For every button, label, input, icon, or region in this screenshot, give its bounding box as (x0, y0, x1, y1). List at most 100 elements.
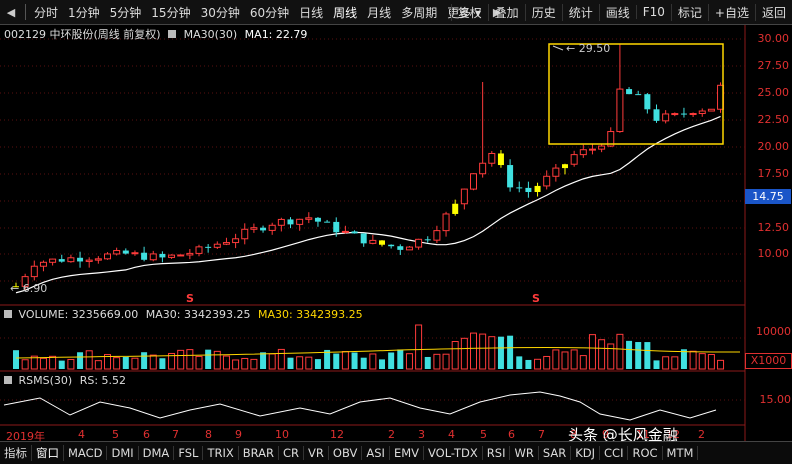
high-marker-line (552, 45, 564, 51)
low-marker: ← 6.90 (10, 282, 47, 295)
rsms-setting-icon[interactable] (4, 376, 12, 384)
volume-bar (379, 359, 385, 369)
indicator-tab[interactable]: ASI (362, 446, 390, 460)
volume-panel-title: VOLUME: 3235669.00 MA30: 3342393.25 MA30… (4, 308, 363, 321)
candle-body (525, 187, 532, 193)
candle-body (379, 240, 385, 245)
volume-bar (588, 334, 596, 370)
candle-body (662, 113, 670, 122)
stock-title: 002129 中环股份(周线 前复权) (4, 28, 161, 41)
indicator-tab[interactable]: 指标 (0, 445, 32, 461)
ma-setting-icon[interactable] (168, 30, 177, 38)
candle-body (260, 227, 267, 231)
indicator-tab[interactable]: WR (510, 446, 539, 460)
indicator-tab[interactable]: CCI (600, 446, 629, 460)
volume-bar (351, 352, 358, 369)
indicator-tab[interactable]: MTM (663, 446, 699, 460)
volume-bar (516, 356, 523, 369)
volume-bar (507, 335, 514, 369)
highlight-box (548, 43, 724, 145)
volume-bar (268, 353, 276, 370)
candle-body (588, 148, 596, 151)
indicator-tab[interactable]: CR (279, 446, 305, 460)
date-tick: 4 (448, 428, 455, 441)
candle-body (534, 185, 541, 193)
indicator-tab[interactable]: EMV (390, 446, 424, 460)
candle-body (287, 219, 294, 225)
candle-body (49, 258, 57, 263)
indicator-tab[interactable]: SAR (539, 446, 572, 460)
indicator-tab[interactable]: VOL-TDX (424, 446, 483, 460)
volume-bar (369, 353, 377, 370)
candle-body (369, 239, 377, 244)
indicator-tab[interactable]: RSI (483, 446, 511, 460)
volume-bar (341, 351, 349, 370)
indicator-tab[interactable]: VR (304, 446, 329, 460)
indicator-tab[interactable]: DMI (107, 446, 139, 460)
s-marker: S (186, 292, 194, 305)
candle-body (424, 239, 431, 241)
indicator-tab[interactable]: ROC (628, 446, 663, 460)
indicator-tab[interactable]: KDJ (571, 446, 601, 460)
candle-body (470, 173, 477, 190)
candle-body (351, 231, 358, 234)
candle-body (113, 250, 121, 255)
date-tick: 7 (172, 428, 179, 441)
volume-bar (296, 356, 304, 370)
indicator-tab[interactable]: MACD (64, 446, 108, 460)
volume-bar (644, 342, 651, 369)
indicator-tab[interactable]: TRIX (203, 446, 239, 460)
volume-bar (662, 356, 670, 370)
candle-body (241, 228, 249, 240)
date-tick: 5 (112, 428, 119, 441)
candle-body (305, 217, 313, 220)
price-tick: 22.50 (757, 113, 790, 126)
candle-body (39, 261, 47, 267)
candle-body (104, 253, 111, 260)
candle-body (213, 243, 221, 248)
volume-bar (222, 355, 230, 370)
volume-tick-10000: 10000 (756, 325, 791, 338)
candle-body (341, 230, 349, 233)
ma-label: MA30(30) (183, 28, 238, 41)
candle-body (488, 152, 496, 164)
indicator-tab[interactable]: OBV (329, 446, 363, 460)
volume-bar (424, 356, 431, 369)
candle-body (644, 94, 651, 110)
candle-body (653, 109, 660, 121)
indicator-tab[interactable]: FSL (174, 446, 204, 460)
volume-bar (232, 359, 240, 370)
volume-bar (186, 349, 194, 370)
volume-bar (333, 353, 340, 369)
price-tick: 10.00 (757, 247, 790, 260)
candle-body (159, 253, 166, 258)
candle-body (442, 213, 450, 232)
volume-bar (213, 350, 221, 370)
candle-body (131, 252, 139, 255)
volume-bar (616, 333, 624, 370)
price-tick: 30.00 (757, 32, 790, 45)
volume-bar (287, 357, 294, 369)
price-tick: 20.00 (757, 140, 790, 153)
candle-body (405, 246, 413, 251)
volume-bar (479, 333, 487, 370)
volume-bar (525, 359, 532, 369)
indicator-tab[interactable]: BRAR (239, 446, 280, 460)
volume-bar (149, 354, 157, 370)
volume-bar (113, 357, 121, 370)
date-tick: 3 (418, 428, 425, 441)
volume-bar (388, 352, 395, 369)
candle-body (77, 257, 84, 262)
indicator-tab[interactable]: DMA (139, 446, 175, 460)
candle-body (149, 253, 157, 261)
volume-bar (205, 349, 212, 369)
candle-body (122, 250, 129, 254)
volume-unit: X1000 (745, 353, 792, 369)
volume-setting-icon[interactable] (4, 310, 12, 318)
candle-body (222, 242, 230, 245)
indicator-tab[interactable]: 窗口 (32, 445, 64, 461)
volume-ma30-yellow: MA30: 3342393.25 (257, 308, 363, 321)
date-tick: 12 (330, 428, 344, 441)
candle-body (598, 145, 606, 150)
candle-body (616, 88, 624, 133)
